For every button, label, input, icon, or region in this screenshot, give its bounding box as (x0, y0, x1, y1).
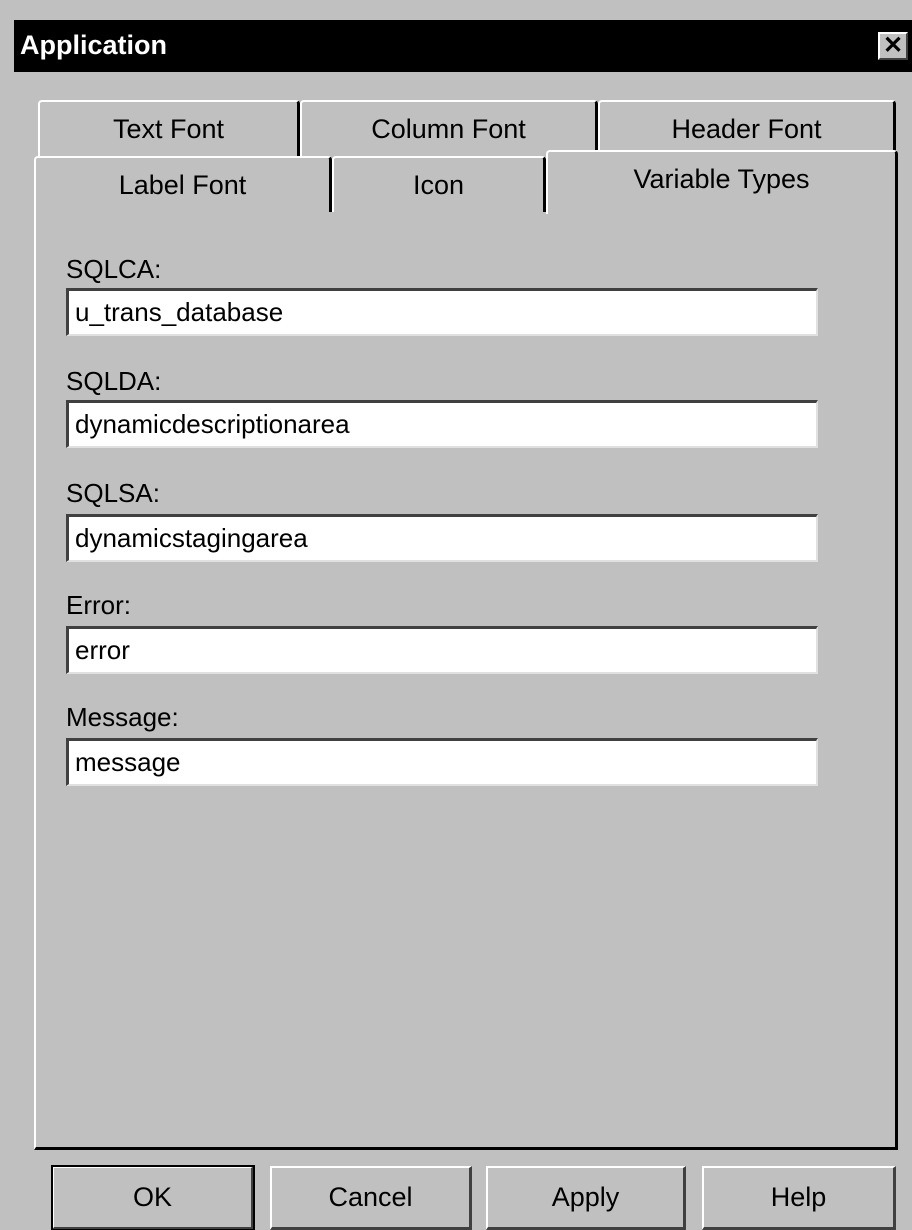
tab-label-font[interactable]: Label Font (34, 156, 332, 212)
sqlda-input[interactable]: dynamicdescriptionarea (66, 400, 818, 448)
ok-button-label: OK (132, 1182, 172, 1212)
apply-button-label: Apply (551, 1182, 620, 1212)
tab-column-font[interactable]: Column Font (300, 100, 598, 156)
error-label: Error: (66, 590, 131, 620)
tab-variable-types[interactable]: Variable Types (546, 150, 898, 214)
help-button-label: Help (770, 1182, 827, 1212)
help-button[interactable]: Help (702, 1166, 896, 1230)
sqlsa-input[interactable]: dynamicstagingarea (66, 514, 818, 562)
tab-label: Text Font (112, 113, 225, 144)
message-label: Message: (66, 702, 179, 732)
dialog-window: Application ✕ Text Font Column Font Head… (0, 0, 912, 1230)
sqlsa-label: SQLSA: (66, 478, 160, 508)
tab-icon[interactable]: Icon (332, 156, 546, 212)
tab-panel (34, 210, 898, 1150)
cancel-button[interactable]: Cancel (270, 1166, 472, 1230)
tab-label: Label Font (118, 169, 247, 200)
tab-label: Column Font (371, 113, 526, 144)
close-button[interactable]: ✕ (878, 32, 908, 60)
sqlca-input[interactable]: u_trans_database (66, 288, 818, 336)
message-input[interactable]: message (66, 738, 818, 786)
tab-text-font[interactable]: Text Font (38, 100, 300, 156)
tab-label: Icon (412, 169, 465, 200)
apply-button[interactable]: Apply (486, 1166, 686, 1230)
tab-label: Variable Types (633, 164, 810, 194)
close-icon: ✕ (882, 32, 904, 59)
ok-button[interactable]: OK (51, 1165, 255, 1230)
tab-header-font[interactable]: Header Font (598, 100, 896, 156)
tab-label: Header Font (671, 113, 822, 144)
cancel-button-label: Cancel (328, 1182, 413, 1212)
error-input[interactable]: error (66, 626, 818, 674)
window-title: Application (20, 30, 167, 60)
sqlda-label: SQLDA: (66, 366, 162, 396)
title-bar: Application ✕ (14, 20, 912, 72)
sqlca-label: SQLCA: (66, 254, 162, 284)
